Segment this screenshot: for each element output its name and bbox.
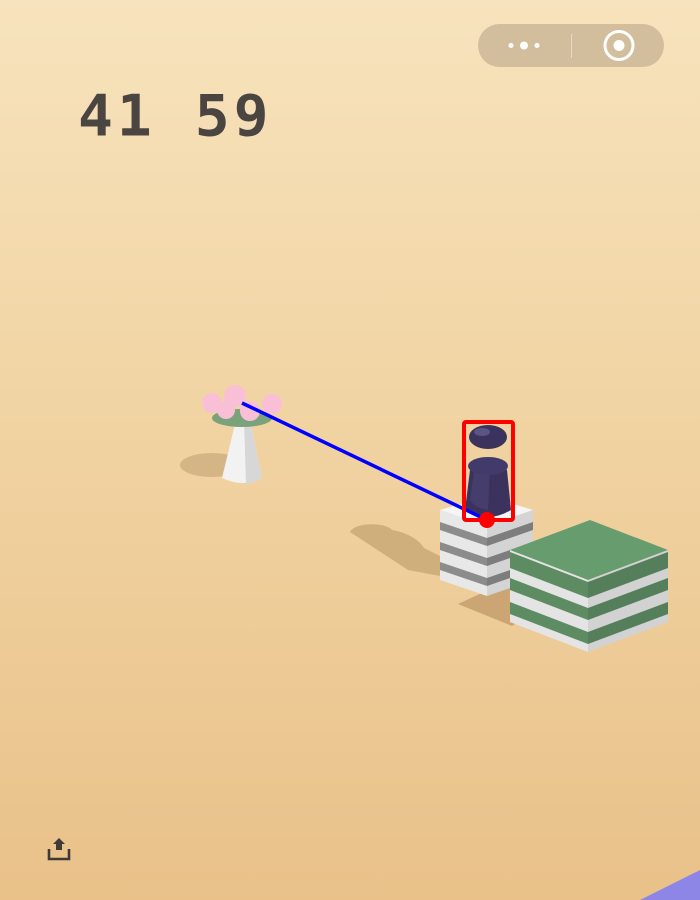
next-block [510, 520, 668, 652]
more-menu-button[interactable] [478, 24, 571, 67]
more-dots-icon [508, 41, 540, 50]
share-upload-icon [47, 838, 71, 861]
player-shadow [350, 524, 440, 576]
player-piece[interactable] [465, 425, 511, 517]
share-button[interactable] [44, 834, 74, 864]
target-circle-icon [603, 30, 635, 61]
aim-line [241, 401, 488, 522]
corner-block [640, 870, 700, 900]
mini-program-capsule [478, 24, 664, 67]
score-display: 41 59 [78, 82, 273, 150]
jump-origin-marker [479, 512, 495, 528]
close-button[interactable] [572, 24, 664, 67]
